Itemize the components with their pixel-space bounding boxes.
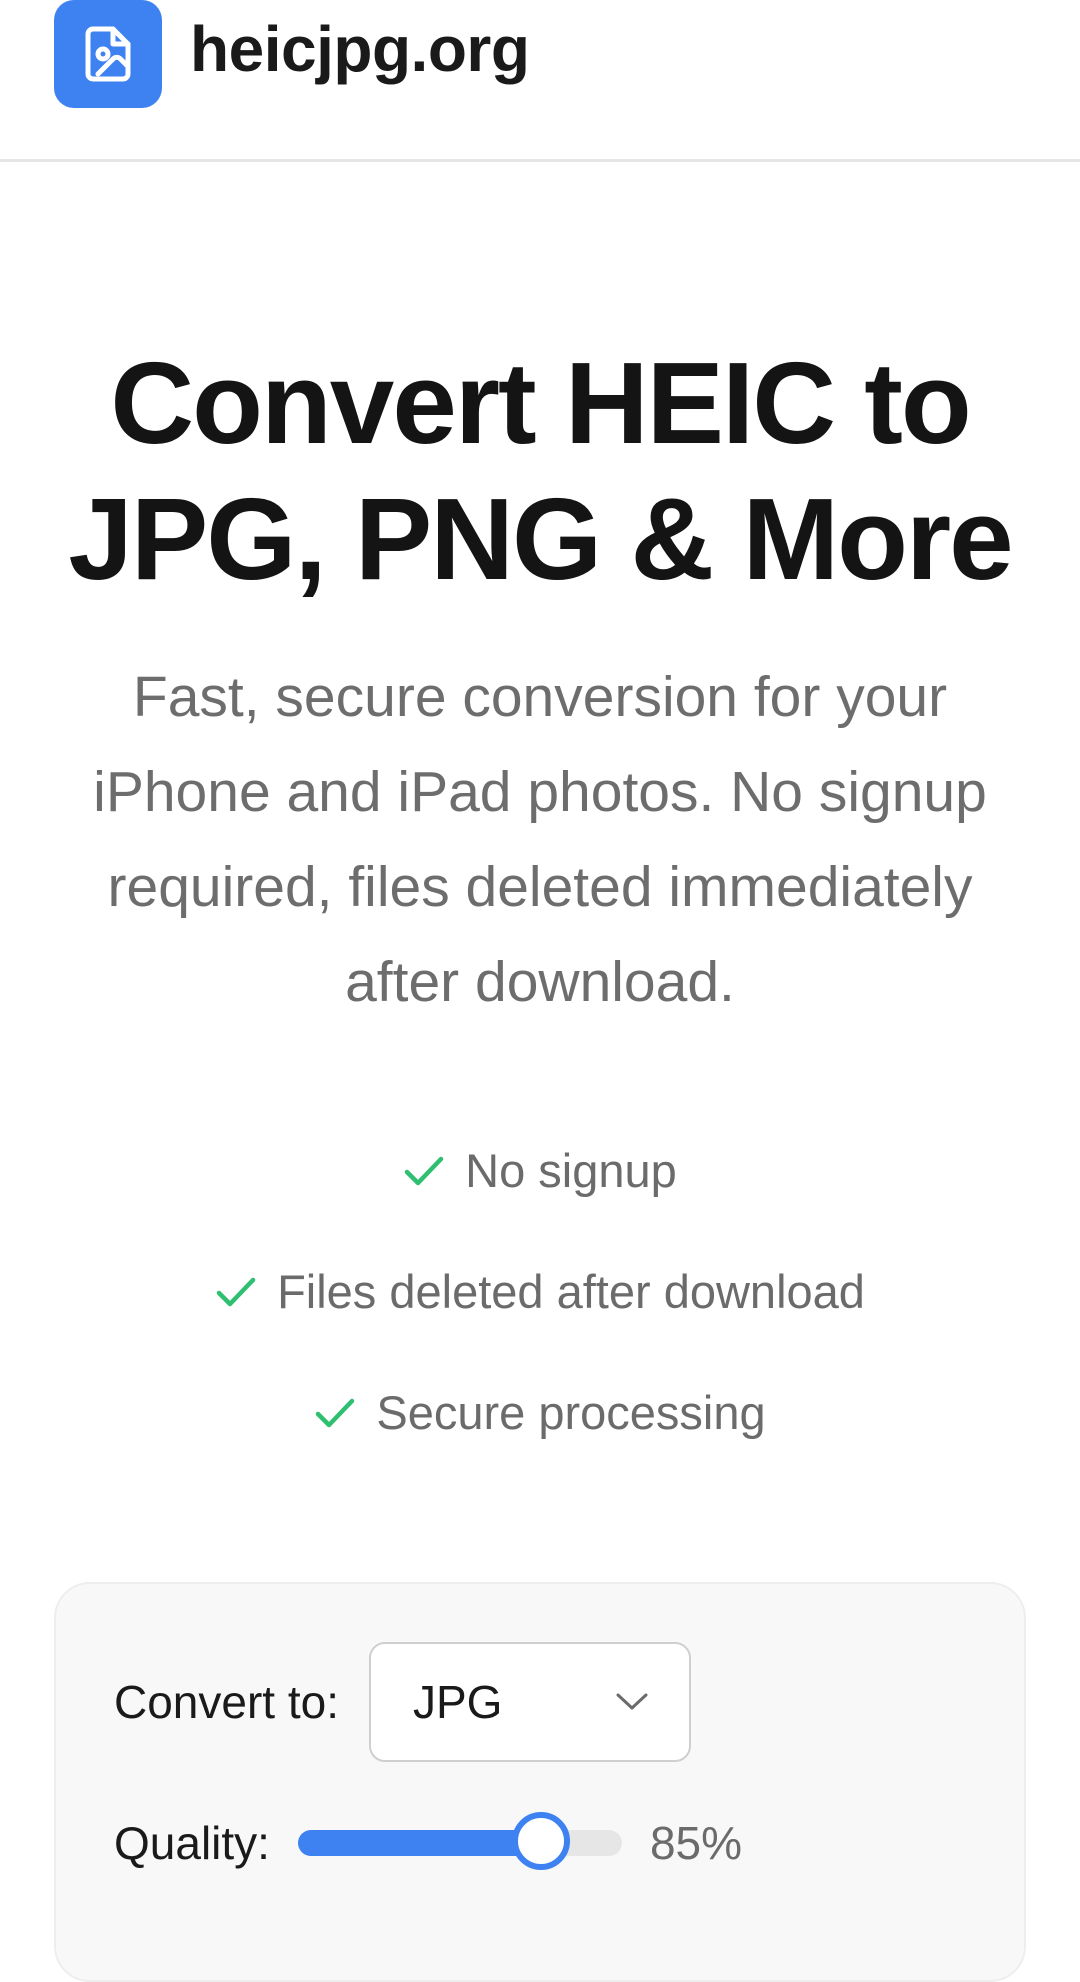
check-icon (316, 1398, 355, 1427)
title-line-1: Convert HEIC to (110, 338, 971, 468)
logo[interactable] (54, 0, 162, 108)
chevron-down-icon (616, 1693, 648, 1710)
convert-to-label: Convert to: (114, 1676, 339, 1728)
image-file-icon (85, 26, 131, 82)
quality-label: Quality: (114, 1817, 270, 1869)
check-icon (216, 1277, 256, 1306)
quality-value: 85% (649, 1817, 743, 1869)
converter-card: Convert to: JPG Quality: 85% (54, 1582, 1026, 1982)
feature-label: Files deleted after download (277, 1265, 865, 1318)
quality-row: Quality: 85% (114, 1812, 742, 1874)
page-title: Convert HEIC to JPG, PNG & More (0, 335, 1080, 607)
feature-item: Files deleted after download (0, 1231, 1080, 1352)
title-line-2: JPG, PNG & More (68, 474, 1013, 604)
format-selected-value: JPG (413, 1676, 503, 1728)
brand-name[interactable]: heicjpg.org (190, 12, 530, 86)
convert-row: Convert to: JPG (114, 1642, 691, 1762)
check-icon (404, 1156, 444, 1185)
format-select[interactable]: JPG (369, 1642, 691, 1762)
feature-label: Secure processing (376, 1386, 766, 1439)
quality-slider[interactable] (297, 1812, 622, 1874)
slider-thumb[interactable] (511, 1812, 570, 1870)
feature-label: No signup (465, 1144, 677, 1197)
feature-item: No signup (0, 1110, 1080, 1231)
page-subtitle: Fast, secure conversion for your iPhone … (93, 665, 987, 1014)
feature-list: No signup Files deleted after download S… (0, 1110, 1080, 1473)
site-header: heicjpg.org (0, 0, 1080, 162)
feature-item: Secure processing (0, 1352, 1080, 1473)
slider-fill (297, 1830, 541, 1856)
